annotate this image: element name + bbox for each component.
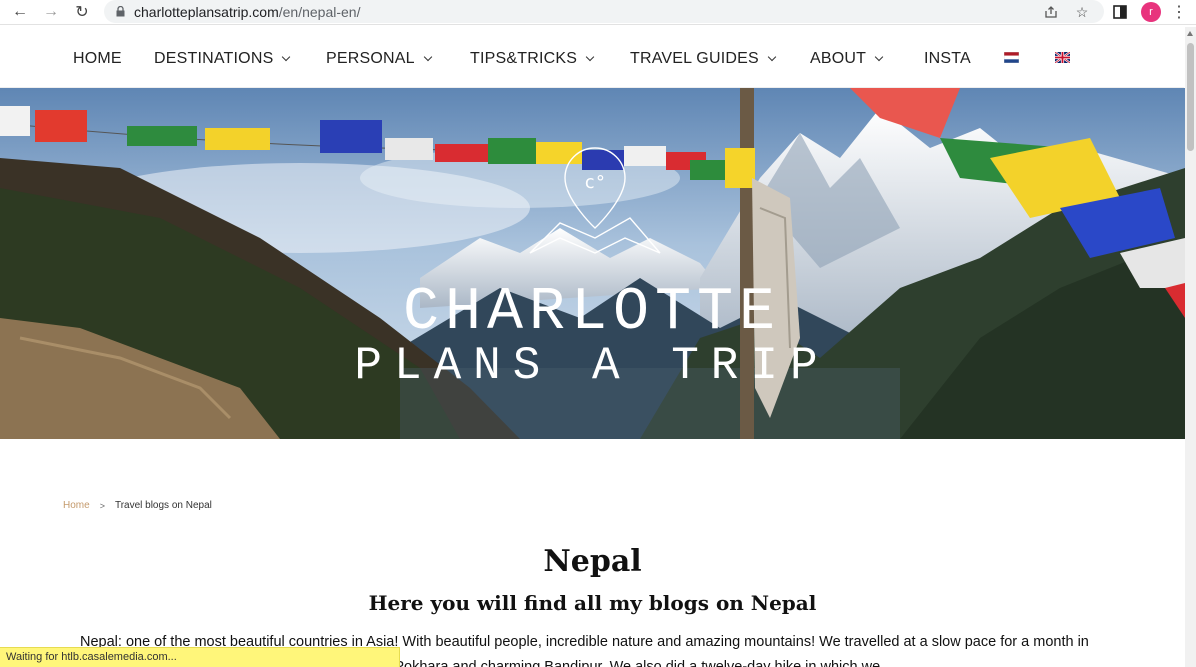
url-path: /en/nepal-en/ bbox=[278, 4, 361, 20]
nav-tips-tricks-label: TIPS&TRICKS bbox=[470, 50, 578, 67]
page-title: Nepal bbox=[543, 544, 642, 579]
scroll-up-arrow-icon[interactable] bbox=[1187, 31, 1193, 36]
breadcrumb-current: Travel blogs on Nepal bbox=[114, 500, 212, 511]
hero-mountain-image: c° CHARLOTTE PLANS A TRIP bbox=[0, 88, 1185, 439]
chevron-down-icon bbox=[585, 52, 595, 62]
bookmark-star-icon[interactable]: ☆ bbox=[1073, 3, 1091, 21]
nav-insta[interactable]: INSTA bbox=[924, 50, 971, 68]
nav-travel-guides-label: TRAVEL GUIDES bbox=[630, 50, 759, 67]
nav-about-label: ABOUT bbox=[810, 50, 867, 67]
chevron-down-icon bbox=[282, 52, 291, 62]
breadcrumb-separator: > bbox=[99, 500, 105, 511]
nav-about[interactable]: ABOUT bbox=[810, 50, 884, 68]
page-scrollbar[interactable] bbox=[1185, 27, 1196, 667]
reload-icon[interactable]: ↻ bbox=[72, 2, 92, 22]
nav-home[interactable]: HOME bbox=[73, 50, 122, 68]
hero-banner: c° CHARLOTTE PLANS A TRIP bbox=[0, 88, 1185, 439]
browser-toolbar: ← → ↻ charlotteplansatrip.com/en/nepal-e… bbox=[0, 0, 1196, 25]
url-text: charlotteplansatrip.com/en/nepal-en/ bbox=[134, 4, 360, 20]
nav-personal[interactable]: PERSONAL bbox=[326, 50, 432, 68]
lock-icon bbox=[116, 6, 125, 17]
nav-personal-label: PERSONAL bbox=[326, 50, 415, 67]
chevron-down-icon bbox=[767, 52, 777, 62]
logo-title-line2: PLANS A TRIP bbox=[354, 340, 829, 392]
nav-travel-guides[interactable]: TRAVEL GUIDES bbox=[630, 50, 777, 68]
scroll-thumb[interactable] bbox=[1187, 43, 1194, 151]
address-bar[interactable]: charlotteplansatrip.com/en/nepal-en/ ☆ bbox=[104, 0, 1104, 23]
site-navigation: HOME DESTINATIONS PERSONAL TIPS&TRICKS T… bbox=[0, 27, 1184, 88]
nav-destinations[interactable]: DESTINATIONS bbox=[154, 50, 291, 68]
url-domain: charlotteplansatrip.com bbox=[134, 4, 279, 20]
profile-avatar[interactable]: r bbox=[1141, 2, 1161, 22]
side-panel-icon[interactable] bbox=[1111, 3, 1129, 21]
chevron-down-icon bbox=[874, 52, 884, 62]
share-icon[interactable] bbox=[1042, 3, 1060, 21]
browser-status-bubble: Waiting for htlb.casalemedia.com... bbox=[0, 647, 400, 667]
nav-tips-tricks[interactable]: TIPS&TRICKS bbox=[470, 50, 595, 68]
page-subtitle: Here you will find all my blogs on Nepal bbox=[368, 591, 817, 615]
breadcrumb-home-link[interactable]: Home bbox=[63, 500, 90, 511]
logo-title-line1: CHARLOTTE bbox=[403, 279, 781, 347]
dutch-flag-icon[interactable] bbox=[1004, 52, 1019, 63]
breadcrumb: Home > Travel blogs on Nepal bbox=[63, 500, 212, 511]
nav-home-label: HOME bbox=[73, 50, 122, 67]
menu-kebab-icon[interactable]: ⋮ bbox=[1171, 3, 1187, 21]
logo-mark-text: c° bbox=[584, 172, 606, 193]
chevron-down-icon bbox=[423, 52, 432, 62]
nav-insta-label: INSTA bbox=[924, 50, 971, 67]
forward-arrow-icon[interactable]: → bbox=[41, 2, 61, 22]
nav-destinations-label: DESTINATIONS bbox=[154, 50, 274, 67]
back-arrow-icon[interactable]: ← bbox=[10, 2, 30, 22]
uk-flag-icon[interactable] bbox=[1055, 52, 1070, 63]
